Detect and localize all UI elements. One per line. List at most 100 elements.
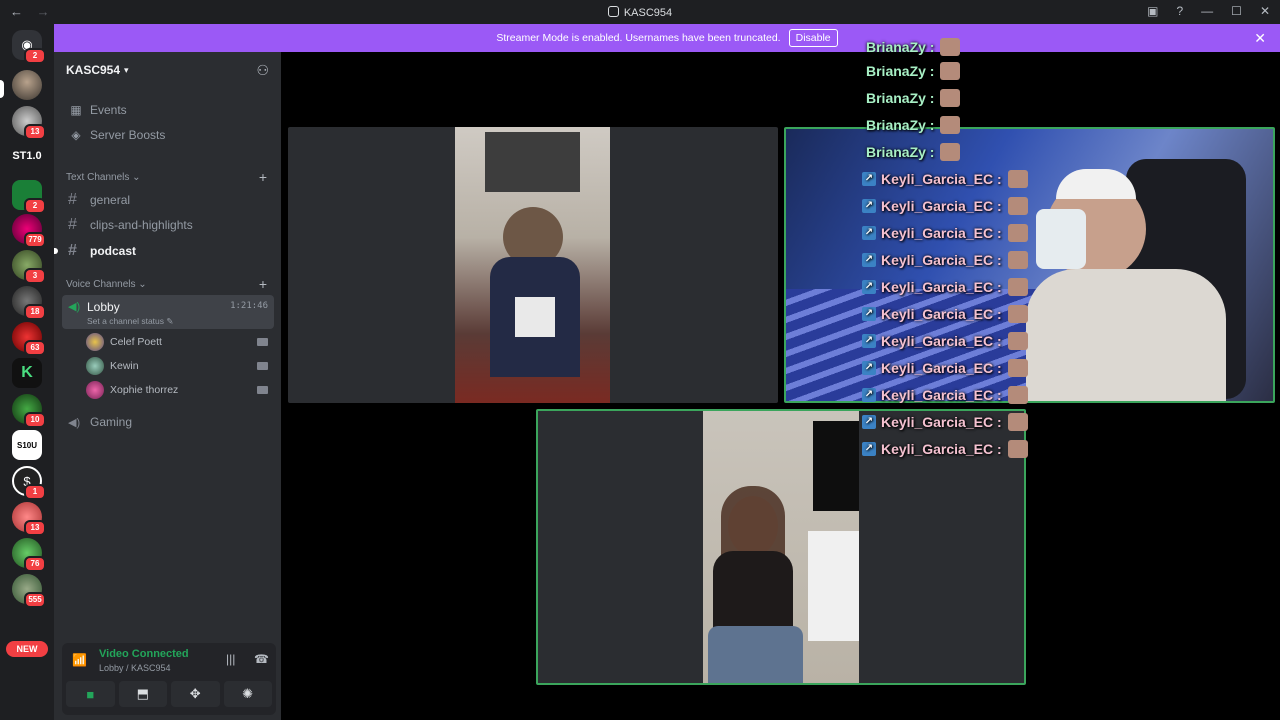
chat-line: ↗ Keyli_Garcia_EC :	[862, 438, 1028, 460]
connection-status[interactable]: Video Connected	[99, 648, 189, 660]
avatar	[86, 381, 104, 399]
maximize-icon[interactable]: ☐	[1231, 4, 1242, 18]
guild-header[interactable]: KASC954 ▾ ⚇	[54, 52, 281, 88]
home-button[interactable]: ◉ 2	[12, 30, 46, 64]
camera-icon	[257, 362, 268, 370]
server-icon-10[interactable]: 10	[12, 394, 46, 428]
server-icon-8[interactable]: 63	[12, 322, 46, 356]
server-icon-14[interactable]: 76	[12, 538, 46, 572]
emote-icon	[940, 116, 961, 134]
chat-line: ↗ Keyli_Garcia_EC :	[862, 357, 1028, 379]
create-text-channel-icon[interactable]: +	[259, 169, 267, 185]
channel-general[interactable]: # general	[62, 189, 274, 211]
channel-podcast[interactable]: # podcast	[54, 240, 274, 262]
boost-icon: ◈	[71, 128, 81, 142]
window-title: KASC954	[0, 6, 1280, 19]
server-badge: 76	[24, 556, 46, 572]
badge-icon: ↗	[862, 442, 876, 456]
video-camera-icon: ■	[86, 686, 95, 702]
events-item[interactable]: ▦ Events	[62, 99, 274, 121]
add-member-icon[interactable]: ⚇	[256, 62, 269, 79]
badge-icon: ↗	[862, 280, 876, 294]
server-icon-15[interactable]: 555	[12, 574, 46, 608]
disable-button[interactable]: Disable	[788, 29, 838, 47]
help-icon[interactable]: ?	[1176, 4, 1183, 18]
server-rail: ◉ 2 13 ST1.0 2 779 3 18 63 K 10 S10U $1 …	[0, 24, 54, 720]
soundboard-button[interactable]: ✺	[223, 681, 272, 707]
participant-video	[786, 129, 1273, 401]
voice-channels-category[interactable]: Voice Channels ⌄	[66, 279, 147, 290]
activities-button[interactable]: ✥	[171, 681, 220, 707]
screen-share-button[interactable]: ⬒	[118, 681, 167, 707]
emote-icon	[1007, 251, 1028, 269]
close-banner-icon[interactable]: ✕	[1254, 30, 1266, 47]
badge-icon: ↗	[862, 307, 876, 321]
minimize-icon[interactable]: —	[1201, 4, 1213, 18]
participant-video	[455, 127, 610, 403]
emote-icon	[1007, 224, 1028, 242]
chat-line: BrianaZy :	[862, 87, 961, 109]
channel-clips-and-highlights[interactable]: # clips-and-highlights	[62, 214, 274, 236]
emote-icon	[940, 62, 961, 80]
activities-icon: ✥	[189, 686, 201, 701]
inbox-icon[interactable]: ▣	[1147, 4, 1158, 18]
chat-line: ↗ Keyli_Garcia_EC :	[862, 168, 1028, 190]
create-voice-channel-icon[interactable]: +	[259, 276, 267, 292]
server-icon-13[interactable]: 13	[12, 502, 46, 536]
window-controls: ▣ ? — ☐ ✕	[1147, 4, 1270, 18]
video-tile-2[interactable]	[784, 127, 1275, 403]
hash-icon: #	[68, 242, 77, 259]
voice-user[interactable]: Celef Poett	[86, 332, 274, 352]
server-icon-12[interactable]: $1	[12, 466, 46, 500]
server-icon-4[interactable]: 2	[12, 180, 46, 214]
emote-icon	[1007, 386, 1028, 404]
server-icon-1[interactable]	[12, 70, 42, 100]
server-icon-11[interactable]: S10U	[12, 430, 42, 460]
badge-icon: ↗	[862, 415, 876, 429]
voice-user[interactable]: Kewin	[86, 356, 274, 376]
guild-name: KASC954	[66, 63, 121, 77]
channel-status[interactable]: Set a channel status ✎	[87, 316, 174, 327]
voice-channel-gaming[interactable]: ◀) Gaming	[62, 411, 274, 433]
server-badge: 63	[24, 340, 46, 356]
disconnect-icon[interactable]: ☎	[254, 652, 269, 666]
camera-button[interactable]: ■	[66, 681, 115, 707]
server-boosts-item[interactable]: ◈ Server Boosts	[62, 124, 274, 146]
emote-icon	[940, 38, 961, 56]
lobby-name: Lobby	[87, 300, 120, 314]
chat-line: ↗ Keyli_Garcia_EC :	[862, 303, 1028, 325]
server-icon-2[interactable]: 13	[12, 106, 46, 140]
server-badge: 779	[24, 232, 46, 248]
server-badge: 2	[24, 198, 46, 214]
server-icon-5[interactable]: 779	[12, 214, 46, 248]
camera-icon	[257, 386, 268, 394]
new-badge[interactable]: NEW	[6, 641, 48, 657]
server-icon-6[interactable]: 3	[12, 250, 46, 284]
voice-user[interactable]: Xophie thorrez	[86, 380, 274, 400]
video-tile-1[interactable]	[288, 127, 778, 403]
noise-suppression-icon[interactable]: |||	[226, 652, 235, 666]
badge-icon: ↗	[862, 199, 876, 213]
close-window-icon[interactable]: ✕	[1260, 4, 1270, 18]
badge-icon: ↗	[862, 253, 876, 267]
chat-line: ↗ Keyli_Garcia_EC :	[862, 249, 1028, 271]
avatar	[86, 357, 104, 375]
chat-line: ↗ Keyli_Garcia_EC :	[862, 330, 1028, 352]
server-st10[interactable]: ST1.0	[8, 150, 46, 162]
voice-channel-lobby[interactable]: ◀) Lobby 1:21:46 Set a channel status ✎	[62, 295, 274, 329]
screen-share-icon: ⬒	[136, 686, 149, 701]
server-pill	[0, 80, 4, 98]
server-badge: 3	[24, 268, 46, 284]
channel-sidebar: KASC954 ▾ ⚇ ▦ Events ◈ Server Boosts Text …	[54, 52, 281, 720]
text-channels-category[interactable]: Text Channels ⌄	[66, 172, 141, 183]
hash-icon: #	[68, 216, 77, 233]
chat-line: BrianaZy :	[862, 114, 961, 136]
chat-line: ↗ Keyli_Garcia_EC :	[862, 384, 1028, 406]
server-icon-9[interactable]: K	[12, 358, 42, 388]
server-badge: 13	[24, 520, 46, 536]
speaker-icon: ◀)	[68, 301, 81, 313]
server-icon-7[interactable]: 18	[12, 286, 46, 320]
emote-icon	[940, 89, 961, 107]
chevron-down-icon: ▾	[124, 64, 129, 75]
chat-line: ↗ Keyli_Garcia_EC :	[862, 411, 1028, 433]
